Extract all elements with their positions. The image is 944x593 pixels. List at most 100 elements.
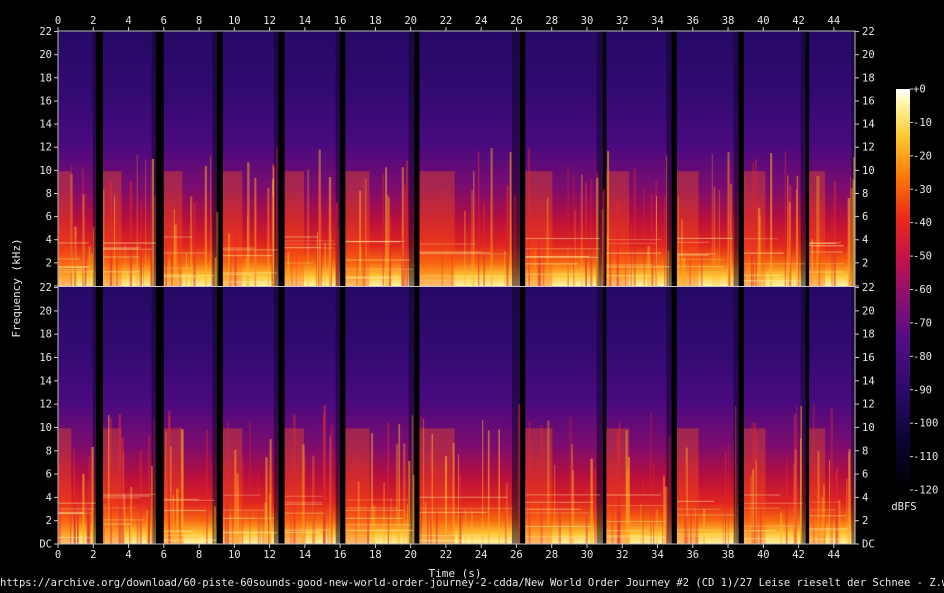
- y-tick-label-left: 20: [39, 305, 52, 317]
- harmonic-streak: [831, 220, 834, 286]
- harmonic-streak: [337, 228, 340, 286]
- harmonic-streak: [172, 495, 175, 544]
- harmonic-streak: [735, 406, 737, 544]
- harmonic-streak: [362, 179, 365, 286]
- tonal-line: [525, 525, 591, 528]
- harmonic-streak: [276, 148, 278, 286]
- harmonic-streak: [390, 498, 392, 544]
- tonal-line: [102, 497, 140, 499]
- tonal-line: [419, 539, 501, 542]
- harmonic-streak: [683, 257, 685, 286]
- tonal-line: [676, 533, 735, 535]
- harmonic-streak: [224, 505, 226, 544]
- tonal-line: [676, 500, 715, 502]
- tonal-line: [676, 508, 721, 510]
- tonal-line: [284, 240, 335, 242]
- tonal-line: [743, 525, 796, 527]
- harmonic-streak: [143, 228, 145, 286]
- harmonic-streak: [420, 415, 422, 544]
- harmonic-streak: [713, 186, 716, 286]
- harmonic-streak: [323, 413, 325, 544]
- tonal-line: [809, 242, 841, 244]
- tonal-line: [284, 512, 325, 514]
- segment-decay: [212, 31, 217, 286]
- harmonic-streak: [254, 177, 257, 286]
- tonal-line: [163, 530, 194, 532]
- harmonic-streak: [234, 449, 237, 544]
- tonal-line: [525, 508, 581, 510]
- harmonic-streak: [684, 462, 687, 544]
- tonal-line: [743, 502, 803, 504]
- tonal-line: [809, 271, 844, 273]
- harmonic-streak: [403, 443, 406, 544]
- y-tick-label-left: 14: [39, 375, 52, 387]
- harmonic-streak: [471, 510, 473, 544]
- harmonic-streak: [313, 458, 316, 544]
- y-tick-label-left: 22: [39, 26, 52, 38]
- harmonic-streak: [464, 509, 467, 544]
- harmonic-streak: [630, 224, 633, 286]
- x-tick-label-top: 34: [651, 15, 664, 27]
- y-tick-label-right: 22: [862, 26, 875, 38]
- tonal-line: [102, 495, 151, 497]
- tonal-line: [163, 534, 202, 536]
- x-tick-label-bottom: 18: [369, 549, 382, 561]
- x-tick-label-top: 30: [581, 15, 594, 27]
- harmonic-streak: [732, 217, 735, 286]
- harmonic-streak: [267, 187, 270, 286]
- harmonic-streak: [136, 154, 138, 286]
- harmonic-streak: [667, 250, 669, 286]
- tonal-line: [525, 237, 600, 240]
- harmonic-streak: [473, 171, 475, 286]
- colorbar: +0 -10 -20 -30 -40 -50 -60 -70 -80 -90 -100 -110 -12…: [891, 84, 938, 514]
- tonal-line: [525, 263, 578, 265]
- segment-onset: [743, 171, 766, 286]
- x-tick-label-bottom: 28: [545, 549, 558, 561]
- harmonic-streak: [757, 207, 761, 286]
- y-tick-label-right: 2: [862, 515, 868, 527]
- tonal-line: [743, 252, 784, 254]
- y-tick-label-right: 6: [862, 469, 868, 481]
- harmonic-streak: [140, 203, 142, 286]
- harmonic-streak: [633, 168, 636, 286]
- tonal-line: [606, 242, 657, 245]
- harmonic-streak: [444, 456, 448, 544]
- tonal-line: [222, 509, 265, 511]
- x-tick-label-top: 28: [545, 15, 558, 27]
- colorbar-tick-label: -110: [913, 451, 938, 463]
- segment-decay: [800, 31, 806, 286]
- harmonic-streak: [73, 238, 77, 286]
- x-tick-label-top: 20: [404, 15, 417, 27]
- tonal-line: [102, 493, 156, 495]
- colorbar-tick-label: -10: [913, 117, 932, 129]
- y-tick-label-right: 18: [862, 329, 875, 341]
- tonal-line: [222, 255, 273, 257]
- tonal-line: [284, 531, 321, 533]
- harmonic-streak: [357, 481, 360, 544]
- harmonic-streak: [91, 447, 94, 544]
- x-tick-label-top: 24: [475, 15, 488, 27]
- x-tick-label-bottom: 34: [651, 549, 664, 561]
- tonal-line: [743, 274, 782, 276]
- harmonic-streak: [477, 151, 480, 286]
- harmonic-streak: [847, 198, 851, 286]
- tonal-line: [58, 536, 93, 539]
- harmonic-streak: [833, 181, 836, 286]
- tonal-line: [284, 495, 323, 497]
- harmonic-streak: [759, 501, 762, 544]
- x-tick-label-top: 6: [161, 15, 167, 27]
- x-tick-label-top: 0: [55, 15, 61, 27]
- channel-2-panel: [58, 287, 856, 544]
- tonal-line: [809, 245, 844, 247]
- y-tick-label-left: 10: [39, 422, 52, 434]
- harmonic-streak: [383, 482, 385, 544]
- harmonic-streak: [716, 250, 718, 286]
- x-tick-label-bottom: 10: [228, 549, 241, 561]
- tonal-line: [419, 507, 513, 510]
- harmonic-streak: [293, 414, 296, 544]
- harmonic-streak: [800, 406, 803, 544]
- harmonic-streak: [154, 195, 157, 286]
- harmonic-streak: [542, 219, 545, 286]
- y-tick-label-left: 8: [46, 445, 52, 457]
- tonal-line: [525, 512, 590, 514]
